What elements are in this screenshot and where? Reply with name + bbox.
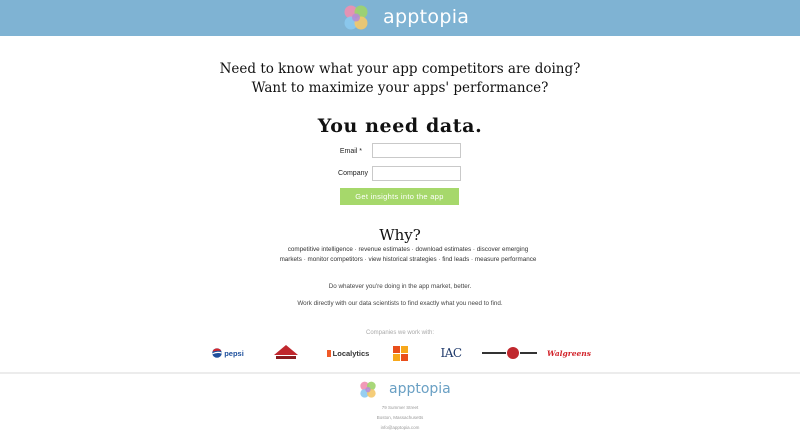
company-field[interactable] <box>372 166 461 181</box>
hero-title: You need data. <box>317 115 483 137</box>
footer-address-street: 79 Summer Street <box>381 405 419 410</box>
ventures-one-logo <box>481 342 538 364</box>
pepsi-logo-text: pepsi <box>224 348 244 358</box>
localytics-mark-icon <box>326 349 331 357</box>
grid-logo-icon <box>393 345 408 361</box>
email-field[interactable] <box>372 143 461 158</box>
pepsi-globe-icon <box>212 348 223 358</box>
block-logo <box>392 342 409 364</box>
walgreens-logo: Walgreens <box>547 342 591 364</box>
ventures-logo <box>272 342 300 364</box>
iac-logo: IAC <box>432 342 470 364</box>
pepsi-logo: pepsi <box>208 342 248 364</box>
features-list: competitive intelligence · revenue estim… <box>279 246 537 263</box>
logo-right-bar-icon <box>520 352 537 354</box>
apptopia-logo-icon[interactable] <box>341 4 371 32</box>
localytics-logo-text: Localytics <box>332 348 370 358</box>
tagline-text: Do whatever you're doing in the app mark… <box>328 283 472 290</box>
hero-question-1: Need to know what your app competitors a… <box>219 61 581 77</box>
why-heading: Why? <box>379 226 421 244</box>
email-label: Email * <box>339 148 362 155</box>
localytics-logo: Localytics <box>326 342 370 364</box>
footer-email-link[interactable]: info@apptopia.com <box>0 425 800 430</box>
hero-question-2: Want to maximize your apps' performance? <box>251 80 549 96</box>
header-brand-name[interactable]: apptopia <box>383 6 469 28</box>
logo-left-bar-icon <box>482 352 506 354</box>
footer-brand-name[interactable]: apptopia <box>389 381 451 397</box>
footer-apptopia-logo-icon[interactable] <box>358 380 378 400</box>
roof-logo-icon <box>274 345 298 359</box>
top-header-bar: apptopia <box>0 0 800 36</box>
logo-circle-icon <box>507 347 519 359</box>
companies-label: Companies we work with: <box>365 330 435 336</box>
get-insights-button[interactable]: Get insights into the app <box>340 188 459 205</box>
iac-logo-text: IAC <box>440 346 462 360</box>
walgreens-logo-text: Walgreens <box>547 348 591 358</box>
work-with-us-text: Work directly with our data scientists t… <box>297 300 503 307</box>
footer-address-city: Boston, Massachusetts <box>376 415 424 420</box>
footer-divider <box>0 372 800 374</box>
company-label: Company <box>338 170 368 177</box>
